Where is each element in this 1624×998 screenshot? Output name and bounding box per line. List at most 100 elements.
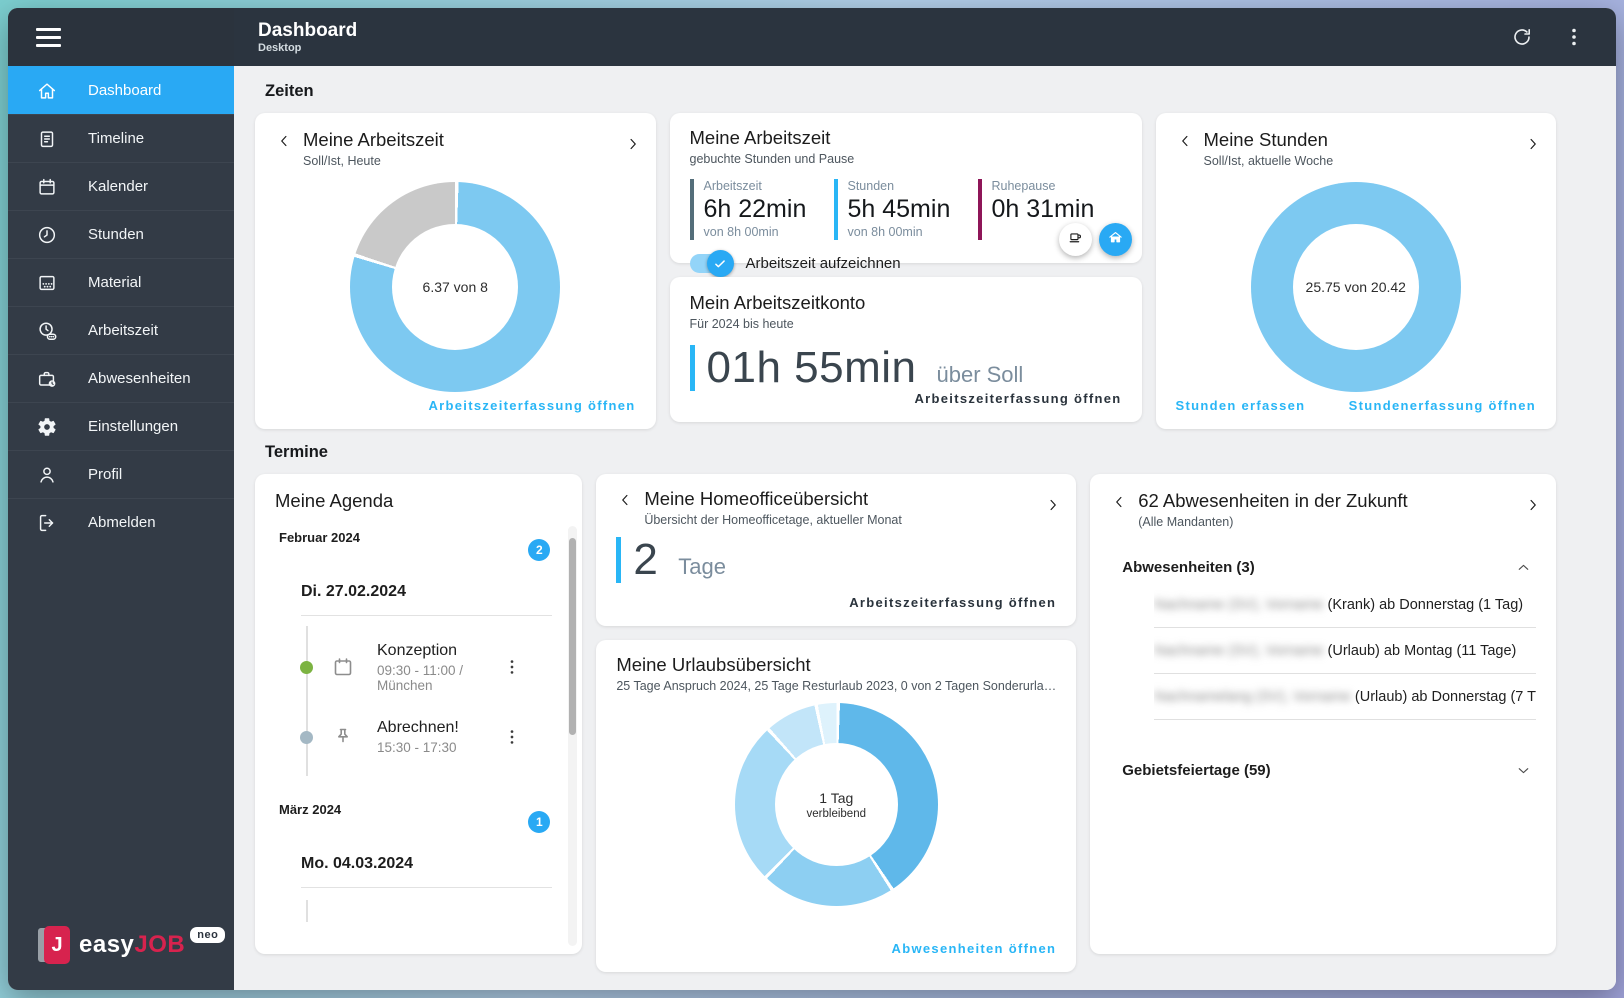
sidebar-item-label: Timeline <box>88 130 145 147</box>
open-hours-link[interactable]: Stundenerfassung öffnen <box>1349 398 1536 413</box>
absence-text: (Urlaub) ab Donnerstag (7 T <box>1350 689 1536 705</box>
card-arbeitszeit-heute: Meine Arbeitszeit Soll/Ist, Heute 6.37 v… <box>255 113 656 429</box>
sidebar-item-abwesenheiten[interactable]: Abwesenheiten <box>8 354 234 402</box>
termine-grid: Meine Agenda Februar 2024 2 Di. 27.02.20… <box>255 474 1556 972</box>
coffee-cup-icon <box>1067 229 1084 251</box>
agenda-scrollbar-thumb[interactable] <box>569 538 577 736</box>
chevron-right-icon[interactable] <box>1524 135 1542 153</box>
chevron-left-icon[interactable] <box>1176 132 1194 150</box>
chevron-right-icon[interactable] <box>1524 496 1542 514</box>
sidebar-item-label: Abwesenheiten <box>88 370 191 387</box>
chevron-right-icon[interactable] <box>624 135 642 153</box>
card-meine-stunden: Meine Stunden Soll/Ist, aktuelle Woche 2… <box>1155 113 1556 429</box>
card-meine-agenda: Meine Agenda Februar 2024 2 Di. 27.02.20… <box>255 474 583 954</box>
break-fab-button[interactable] <box>1058 223 1092 256</box>
record-hours-link[interactable]: Stunden erfassen <box>1176 398 1306 413</box>
event-status-dot <box>300 660 313 674</box>
homeoffice-days-suffix: Tage <box>678 554 727 579</box>
gear-icon <box>36 416 58 438</box>
sidebar-item-timeline[interactable]: Timeline <box>8 114 234 162</box>
logo-easy: easy <box>79 931 135 958</box>
card-subtitle: Soll/Ist, aktuelle Woche <box>1203 154 1334 168</box>
sidebar-item-material[interactable]: Material <box>8 258 234 306</box>
stat-value: 5h 45min <box>847 195 951 223</box>
open-worktime-link[interactable]: Arbeitszeiterfassung öffnen <box>428 398 635 413</box>
sidebar-item-label: Stunden <box>88 226 144 243</box>
event-status-dot <box>300 730 313 744</box>
chevron-left-icon[interactable] <box>616 491 634 509</box>
sidebar-item-profil[interactable]: Profil <box>8 450 234 498</box>
stat-sub: von 8h 00min <box>703 225 779 239</box>
agenda-month-badge: 1 <box>528 811 551 833</box>
agenda-event[interactable]: Abrechnen! 15:30 - 17:30 <box>275 702 566 772</box>
absence-row[interactable]: Nachnamelang (SV), Vorname (Urlaub) ab D… <box>1154 674 1536 720</box>
sidebar-item-abmelden[interactable]: Abmelden <box>8 498 234 546</box>
absences-list: Nachname (SV), Vorname (Krank) ab Donner… <box>1154 582 1536 720</box>
sidebar-item-label: Einstellungen <box>88 418 179 435</box>
redacted-name: Nachname (SV), Vorname <box>1154 643 1324 659</box>
sidebar-item-dashboard[interactable]: Dashboard <box>8 66 234 114</box>
page-subtitle: Desktop <box>258 41 302 54</box>
calendar-icon <box>36 176 58 198</box>
chevron-right-icon[interactable] <box>1044 496 1062 514</box>
record-worktime-toggle[interactable] <box>689 250 734 277</box>
absence-row[interactable]: Nachname (SV), Vorname (Urlaub) ab Monta… <box>1154 628 1536 674</box>
worktime-account-suffix: über Soll <box>936 362 1024 387</box>
sidebar-item-label: Profil <box>88 466 123 483</box>
card-urlaubsuebersicht: Meine Urlaubsübersicht 25 Tage Anspruch … <box>596 640 1077 972</box>
kebab-menu-icon[interactable] <box>1562 25 1586 49</box>
agenda-event[interactable]: Konzeption 09:30 - 11:00 / München <box>275 632 566 702</box>
logo-book-icon: J <box>38 926 70 964</box>
open-worktime-link[interactable]: Arbeitszeiterfassung öffnen <box>849 595 1056 610</box>
toggle-knob <box>706 250 734 277</box>
event-title: Abrechnen! <box>377 719 459 736</box>
hours-week-donut-chart: 25.75 von 20.42 <box>1250 182 1461 392</box>
stat-arbeitszeit: Arbeitszeit 6h 22min von 8h 00min <box>689 179 812 240</box>
clipboard-icon <box>36 128 58 150</box>
sidebar-item-kalender[interactable]: Kalender <box>8 162 234 210</box>
logo-job: JOB <box>134 931 186 958</box>
card-subtitle: Soll/Ist, Heute <box>303 154 381 168</box>
sidebar-item-stunden[interactable]: Stunden <box>8 210 234 258</box>
stat-label: Arbeitszeit <box>703 179 762 193</box>
zeiten-grid: Meine Arbeitszeit Soll/Ist, Heute 6.37 v… <box>255 113 1556 429</box>
event-kebab-menu-icon[interactable] <box>502 727 522 747</box>
hamburger-menu-icon[interactable] <box>36 27 61 47</box>
material-icon <box>36 272 58 294</box>
sidebar: Dashboard Timeline Kalender Stunden Mate… <box>8 8 234 990</box>
holidays-group-header[interactable]: Gebietsfeiertage (59) <box>1122 762 1532 779</box>
event-time: 15:30 - 17:30 <box>377 740 457 755</box>
absences-group-header[interactable]: Abwesenheiten (3) <box>1122 559 1532 576</box>
zeiten-middle-column: Meine Arbeitszeit gebuchte Stunden und P… <box>669 113 1142 423</box>
section-heading-termine: Termine <box>265 443 328 461</box>
agenda-month-label: März 2024 <box>279 802 342 817</box>
redacted-name: Nachname (SV), Vorname <box>1154 597 1324 613</box>
absence-row[interactable]: Nachname (SV), Vorname (Krank) ab Donner… <box>1154 582 1536 628</box>
homeoffice-fab-button[interactable] <box>1098 223 1132 256</box>
chevron-left-icon[interactable] <box>1110 493 1128 511</box>
absence-text: (Urlaub) ab Montag (11 Tage) <box>1323 643 1517 659</box>
card-title: Meine Homeofficeübersicht <box>644 488 869 509</box>
chevron-left-icon[interactable] <box>275 132 293 150</box>
open-absences-link[interactable]: Abwesenheiten öffnen <box>892 941 1057 956</box>
clock-icon <box>36 224 58 246</box>
timeline-stub <box>306 900 308 922</box>
sidebar-nav: Dashboard Timeline Kalender Stunden Mate… <box>8 66 234 546</box>
refresh-icon[interactable] <box>1510 25 1534 49</box>
vacation-donut-chart: 1 Tag verbleibend <box>734 703 938 906</box>
homeoffice-days-value: 2 <box>633 535 659 584</box>
agenda-month-label: Februar 2024 <box>279 530 360 545</box>
sidebar-item-arbeitszeit[interactable]: Arbeitszeit <box>8 306 234 354</box>
card-title: Meine Arbeitszeit <box>303 129 444 150</box>
event-kebab-menu-icon[interactable] <box>502 657 522 677</box>
sidebar-item-einstellungen[interactable]: Einstellungen <box>8 402 234 450</box>
card-homeoffice: Meine Homeofficeübersicht Übersicht der … <box>596 474 1077 626</box>
card-title: Meine Agenda <box>275 490 394 511</box>
redacted-name: Nachnamelang (SV), Vorname <box>1154 689 1351 705</box>
card-abwesenheiten: 62 Abwesenheiten in der Zukunft (Alle Ma… <box>1090 474 1556 954</box>
sidebar-top <box>8 8 234 66</box>
home-icon <box>1107 229 1124 251</box>
worktime-today-donut-chart: 6.37 von 8 <box>350 182 561 392</box>
agenda-day-label: Mo. 04.03.2024 <box>301 855 414 872</box>
open-worktime-link[interactable]: Arbeitszeiterfassung öffnen <box>914 391 1121 406</box>
